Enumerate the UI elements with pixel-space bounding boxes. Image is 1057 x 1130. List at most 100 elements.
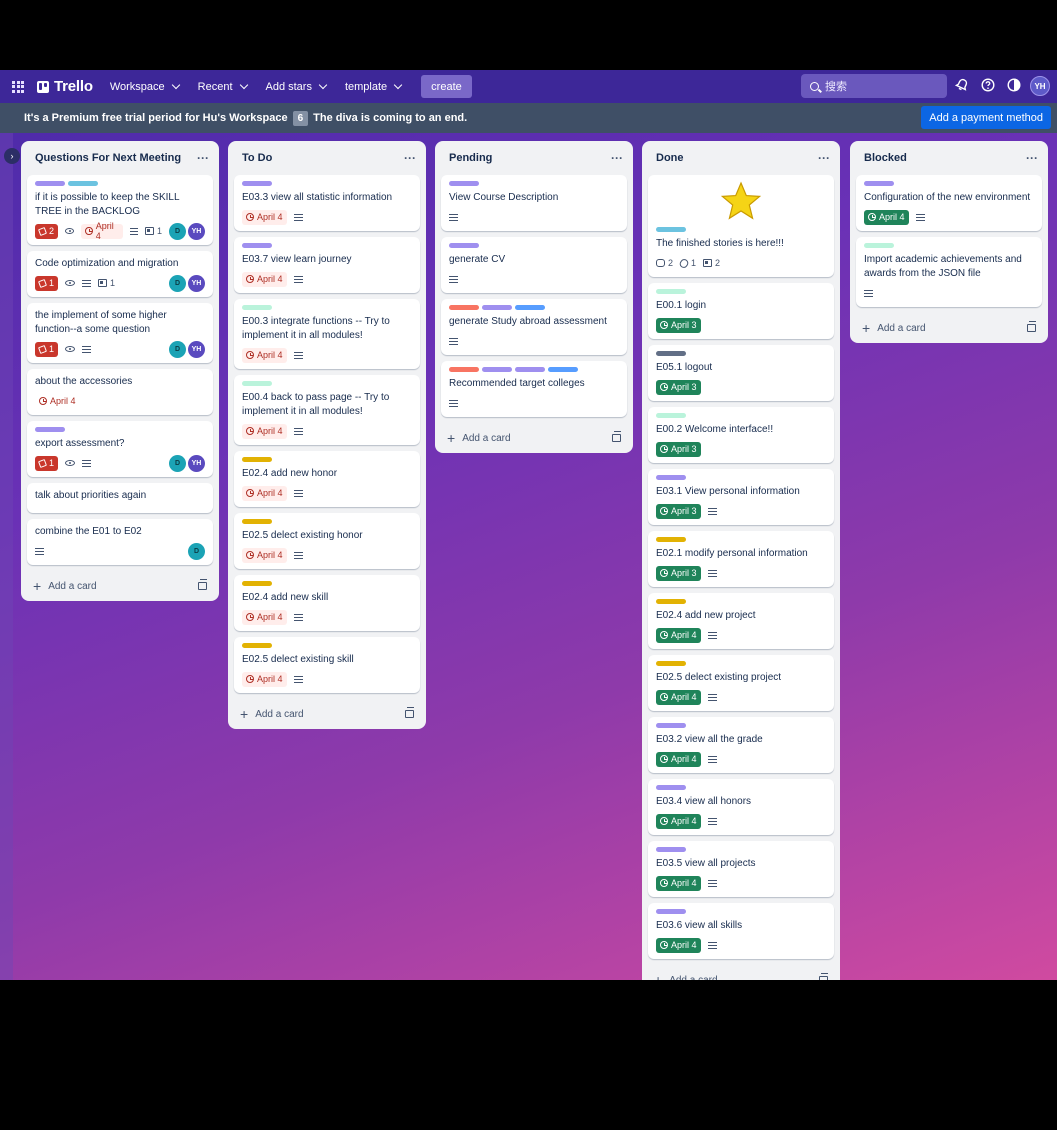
add-card-button[interactable]: + Add a card — [234, 699, 420, 729]
list-title[interactable]: Pending — [449, 152, 492, 164]
label-purple[interactable] — [656, 785, 686, 790]
due-date-badge[interactable]: April 4 — [242, 423, 287, 439]
card[interactable]: E03.5 view all projects April 4 — [648, 841, 834, 897]
create-button[interactable]: create — [421, 75, 472, 98]
label-mint[interactable] — [656, 289, 686, 294]
add-card-button[interactable]: + Add a card — [441, 423, 627, 453]
label-purple[interactable] — [35, 427, 65, 432]
card-template-icon[interactable] — [198, 579, 207, 590]
list-menu-icon[interactable]: ··· — [404, 151, 416, 165]
add-payment-button[interactable]: Add a payment method — [921, 106, 1051, 129]
due-date-badge[interactable]: April 4 — [35, 394, 80, 409]
due-date-badge[interactable]: April 4 — [242, 671, 287, 687]
card[interactable]: E02.5 delect existing project April 4 — [648, 655, 834, 711]
label-mint[interactable] — [242, 381, 272, 386]
card[interactable]: if it is possible to keep the SKILL TREE… — [27, 175, 213, 245]
template-menu[interactable]: template — [345, 80, 403, 93]
label-purple[interactable] — [35, 181, 65, 186]
workspace-menu[interactable]: Workspace — [110, 80, 180, 93]
label-purple[interactable] — [482, 305, 512, 310]
card[interactable]: E00.3 integrate functions -- Try to impl… — [234, 299, 420, 369]
label-yellow[interactable] — [656, 537, 686, 542]
member-avatar[interactable]: YH — [188, 454, 205, 472]
list-menu-icon[interactable]: ··· — [611, 151, 623, 165]
card[interactable]: about the accessories April 4 — [27, 369, 213, 415]
label-purple[interactable] — [656, 723, 686, 728]
member-avatar[interactable]: D — [169, 222, 186, 240]
label-mint[interactable] — [656, 413, 686, 418]
label-purple[interactable] — [656, 847, 686, 852]
label-blue[interactable] — [548, 367, 578, 372]
add-card-button[interactable]: + Add a card — [648, 965, 834, 980]
label-purple[interactable] — [864, 181, 894, 186]
label-purple[interactable] — [482, 367, 512, 372]
recent-menu[interactable]: Recent — [198, 80, 248, 93]
help-icon[interactable] — [981, 78, 995, 92]
member-avatar[interactable]: D — [169, 274, 186, 292]
card[interactable]: Code optimization and migration 1 1 D YH — [27, 251, 213, 297]
due-date-badge[interactable]: April 4 — [656, 937, 701, 953]
card[interactable]: talk about priorities again — [27, 483, 213, 513]
expand-sidebar-icon[interactable]: › — [4, 148, 20, 164]
card[interactable]: combine the E01 to E02 D — [27, 519, 213, 565]
label-teal[interactable] — [68, 181, 98, 186]
label-teal[interactable] — [656, 227, 686, 232]
card[interactable]: the implement of some higher function--a… — [27, 303, 213, 363]
label-purple[interactable] — [449, 181, 479, 186]
card[interactable]: export assessment? 1 D YH — [27, 421, 213, 477]
list-menu-icon[interactable]: ··· — [1026, 151, 1038, 165]
card[interactable]: The finished stories is here!!! 2 1 2 — [648, 175, 834, 277]
member-avatar[interactable]: D — [169, 340, 186, 358]
member-avatar[interactable]: D — [169, 454, 186, 472]
card[interactable]: E03.2 view all the grade April 4 — [648, 717, 834, 773]
add-card-button[interactable]: + Add a card — [856, 313, 1042, 343]
member-avatar[interactable]: YH — [188, 340, 205, 358]
due-date-badge[interactable]: April 3 — [656, 441, 701, 457]
label-mint[interactable] — [242, 305, 272, 310]
label-yellow[interactable] — [242, 519, 272, 524]
due-date-badge[interactable]: April 4 — [656, 751, 701, 767]
card[interactable]: View Course Description — [441, 175, 627, 231]
card[interactable]: E00.4 back to pass page -- Try to implem… — [234, 375, 420, 445]
card[interactable]: E03.6 view all skills April 4 — [648, 903, 834, 959]
label-yellow[interactable] — [656, 599, 686, 604]
label-yellow[interactable] — [242, 457, 272, 462]
apps-grid-icon[interactable] — [12, 80, 24, 93]
due-date-badge[interactable]: April 4 — [242, 547, 287, 563]
due-date-badge[interactable]: April 3 — [656, 379, 701, 395]
add-card-button[interactable]: + Add a card — [27, 571, 213, 601]
theme-toggle-icon[interactable] — [1007, 78, 1021, 92]
label-purple[interactable] — [515, 367, 545, 372]
card[interactable]: E02.1 modify personal information April 3 — [648, 531, 834, 587]
label-purple[interactable] — [449, 243, 479, 248]
due-date-badge[interactable]: April 3 — [656, 565, 701, 581]
label-blue[interactable] — [515, 305, 545, 310]
card[interactable]: E03.4 view all honors April 4 — [648, 779, 834, 835]
label-yellow[interactable] — [242, 643, 272, 648]
card[interactable]: E02.5 delect existing skill April 4 — [234, 637, 420, 693]
label-mint[interactable] — [864, 243, 894, 248]
due-date-badge[interactable]: April 4 — [656, 875, 701, 891]
due-date-badge[interactable]: April 4 — [242, 485, 287, 501]
due-date-badge[interactable]: April 4 — [242, 271, 287, 287]
due-date-badge[interactable]: April 4 — [81, 221, 123, 241]
due-date-badge[interactable]: April 4 — [242, 609, 287, 625]
list-menu-icon[interactable]: ··· — [197, 151, 209, 165]
label-yellow[interactable] — [242, 581, 272, 586]
label-purple[interactable] — [656, 909, 686, 914]
label-yellow[interactable] — [656, 661, 686, 666]
due-date-badge[interactable]: April 4 — [656, 627, 701, 643]
card[interactable]: generate Study abroad assessment — [441, 299, 627, 355]
label-purple[interactable] — [656, 475, 686, 480]
due-date-badge[interactable]: April 4 — [242, 347, 287, 363]
card[interactable]: E05.1 logout April 3 — [648, 345, 834, 401]
card[interactable]: E00.1 login April 3 — [648, 283, 834, 339]
card-template-icon[interactable] — [405, 707, 414, 718]
stars-menu[interactable]: Add stars — [266, 80, 328, 93]
due-date-badge[interactable]: April 3 — [656, 503, 701, 519]
card[interactable]: Import academic achievements and awards … — [856, 237, 1042, 307]
due-date-badge[interactable]: April 4 — [864, 209, 909, 225]
trello-logo[interactable]: Trello — [37, 78, 93, 95]
list-title[interactable]: Questions For Next Meeting — [35, 152, 181, 164]
notification-bell-icon[interactable] — [955, 78, 969, 92]
